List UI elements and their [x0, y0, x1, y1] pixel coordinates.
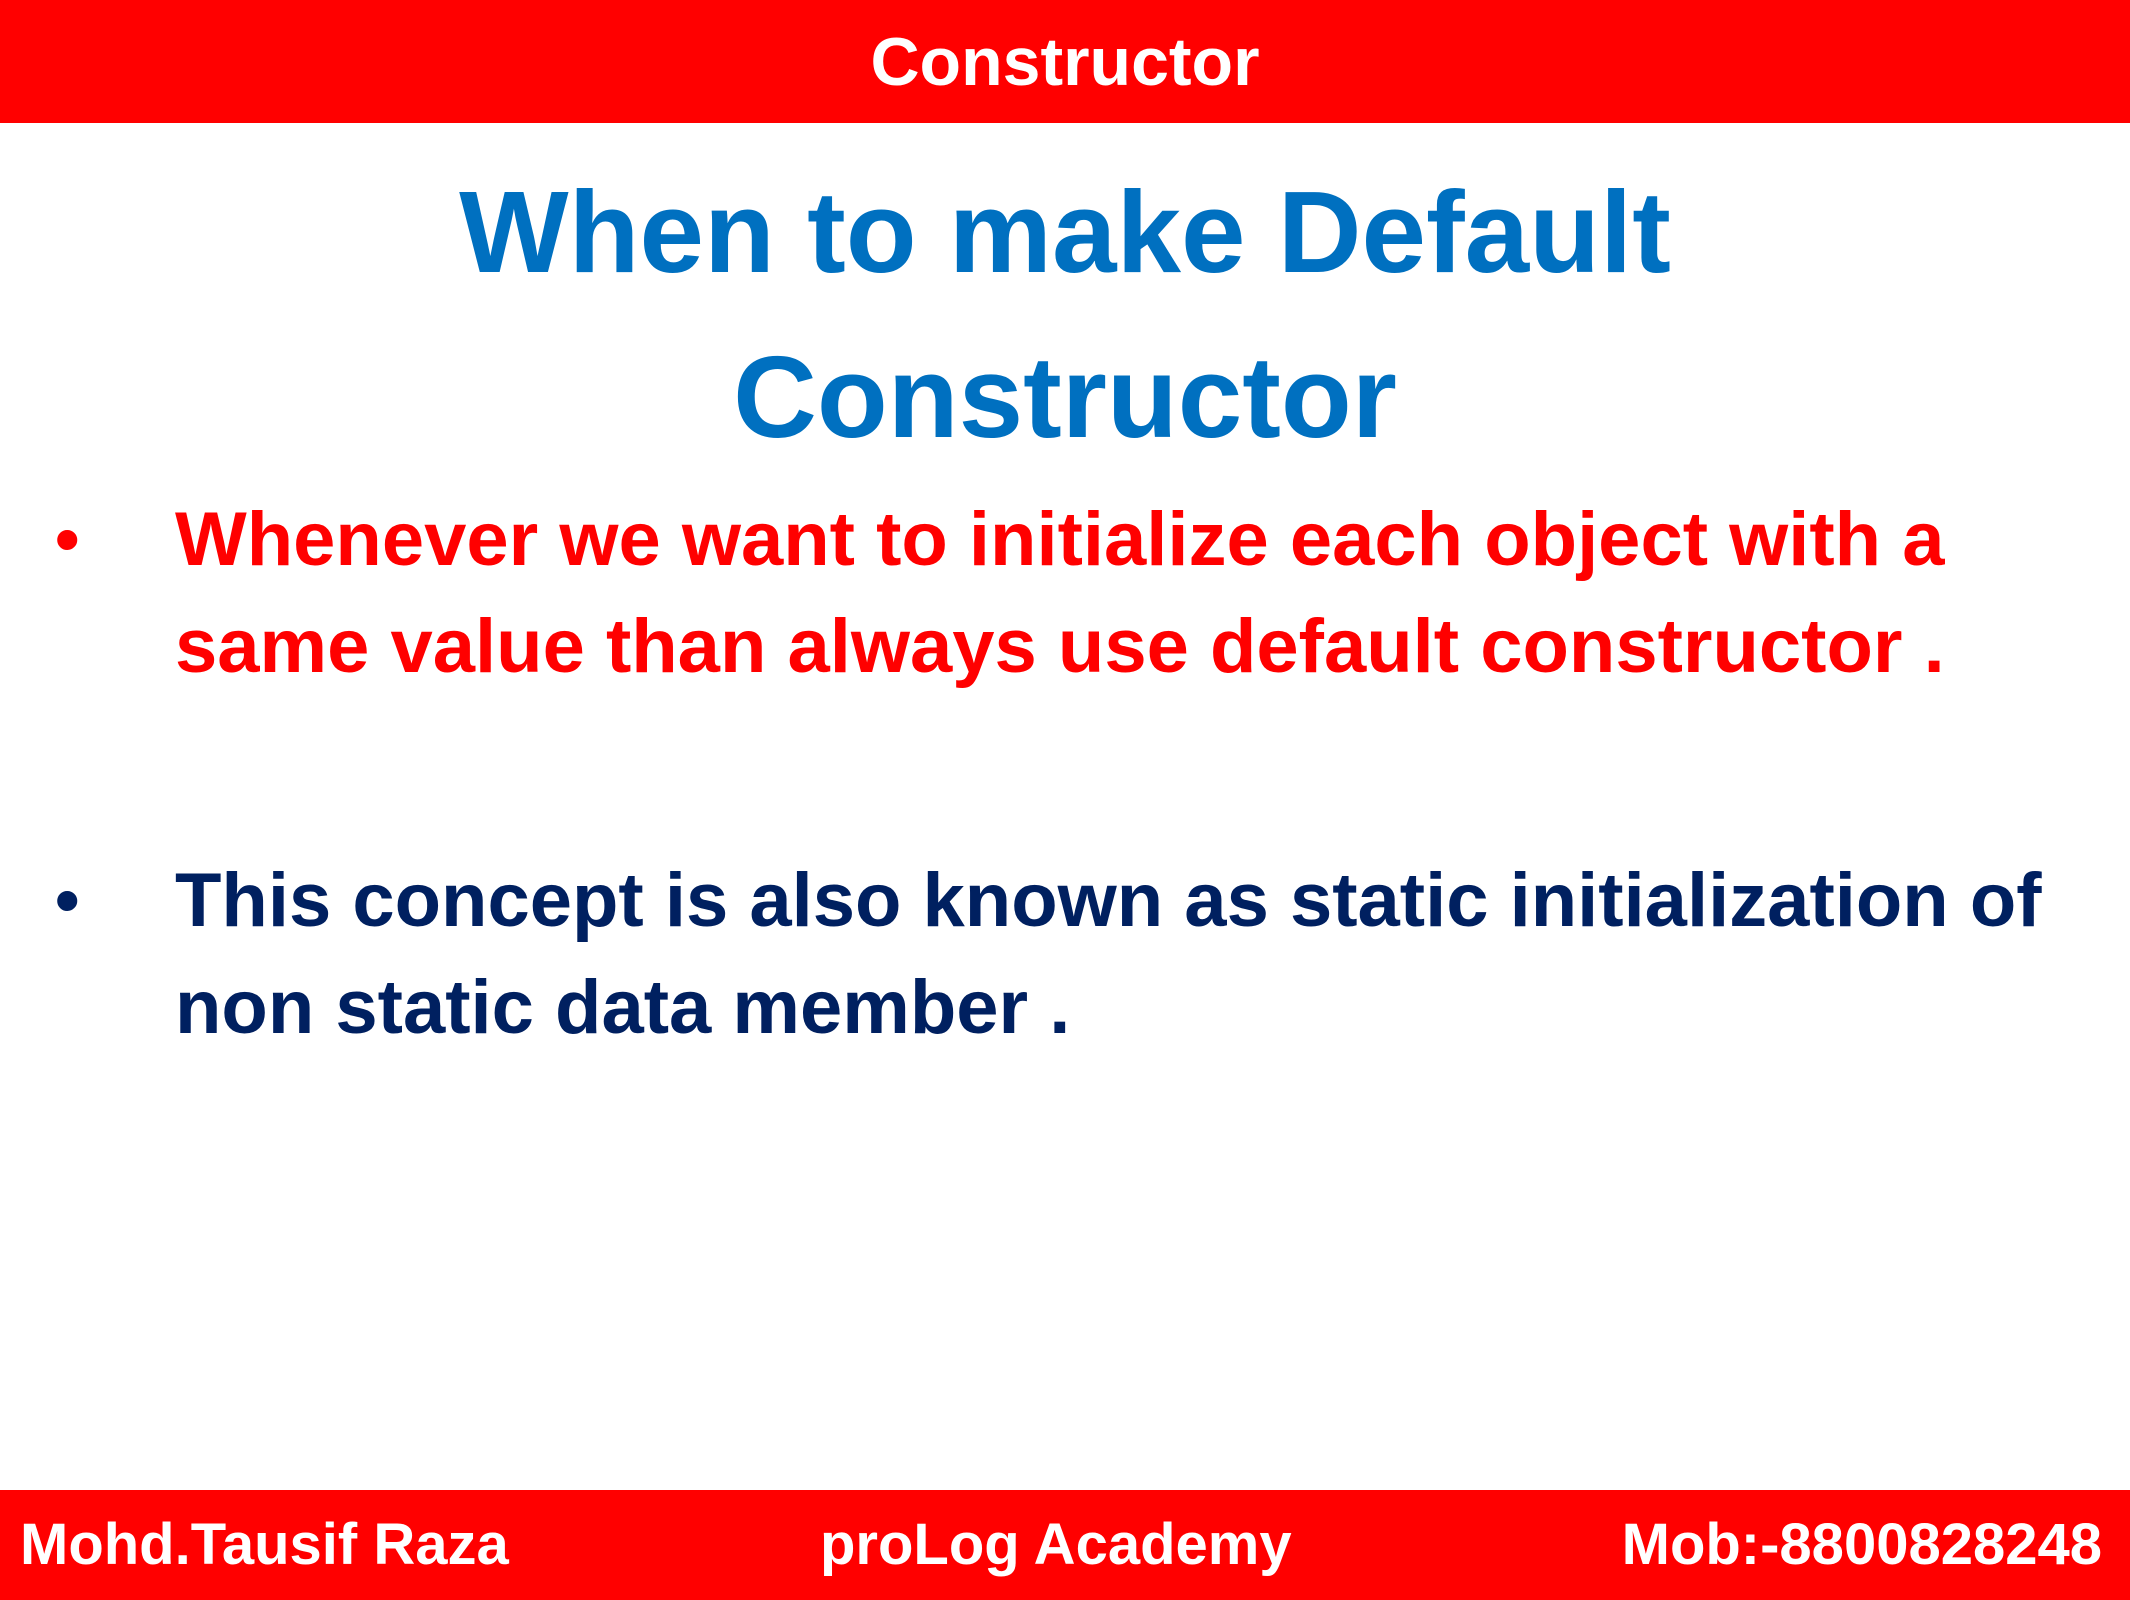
bullet-text: This concept is also known as static ini…: [175, 858, 2042, 1050]
bullet-marker: •: [55, 861, 80, 939]
bullet-list: • Whenever we want to initialize each ob…: [0, 0, 2130, 1600]
footer-academy: proLog Academy: [820, 1512, 1292, 1577]
slide: Constructor When to make Default Constru…: [0, 0, 2130, 1600]
bullet-item: • This concept is also known as static i…: [55, 847, 2115, 1061]
footer-bar: Mohd.Tausif Raza proLog Academy Mob:-880…: [0, 1490, 2130, 1600]
bullet-marker: •: [55, 500, 80, 578]
bullet-text: Whenever we want to initialize each obje…: [175, 497, 1945, 689]
footer-author: Mohd.Tausif Raza: [20, 1512, 509, 1577]
footer-mobile: Mob:-8800828248: [1621, 1512, 2102, 1577]
bullet-item: • Whenever we want to initialize each ob…: [55, 486, 2115, 700]
